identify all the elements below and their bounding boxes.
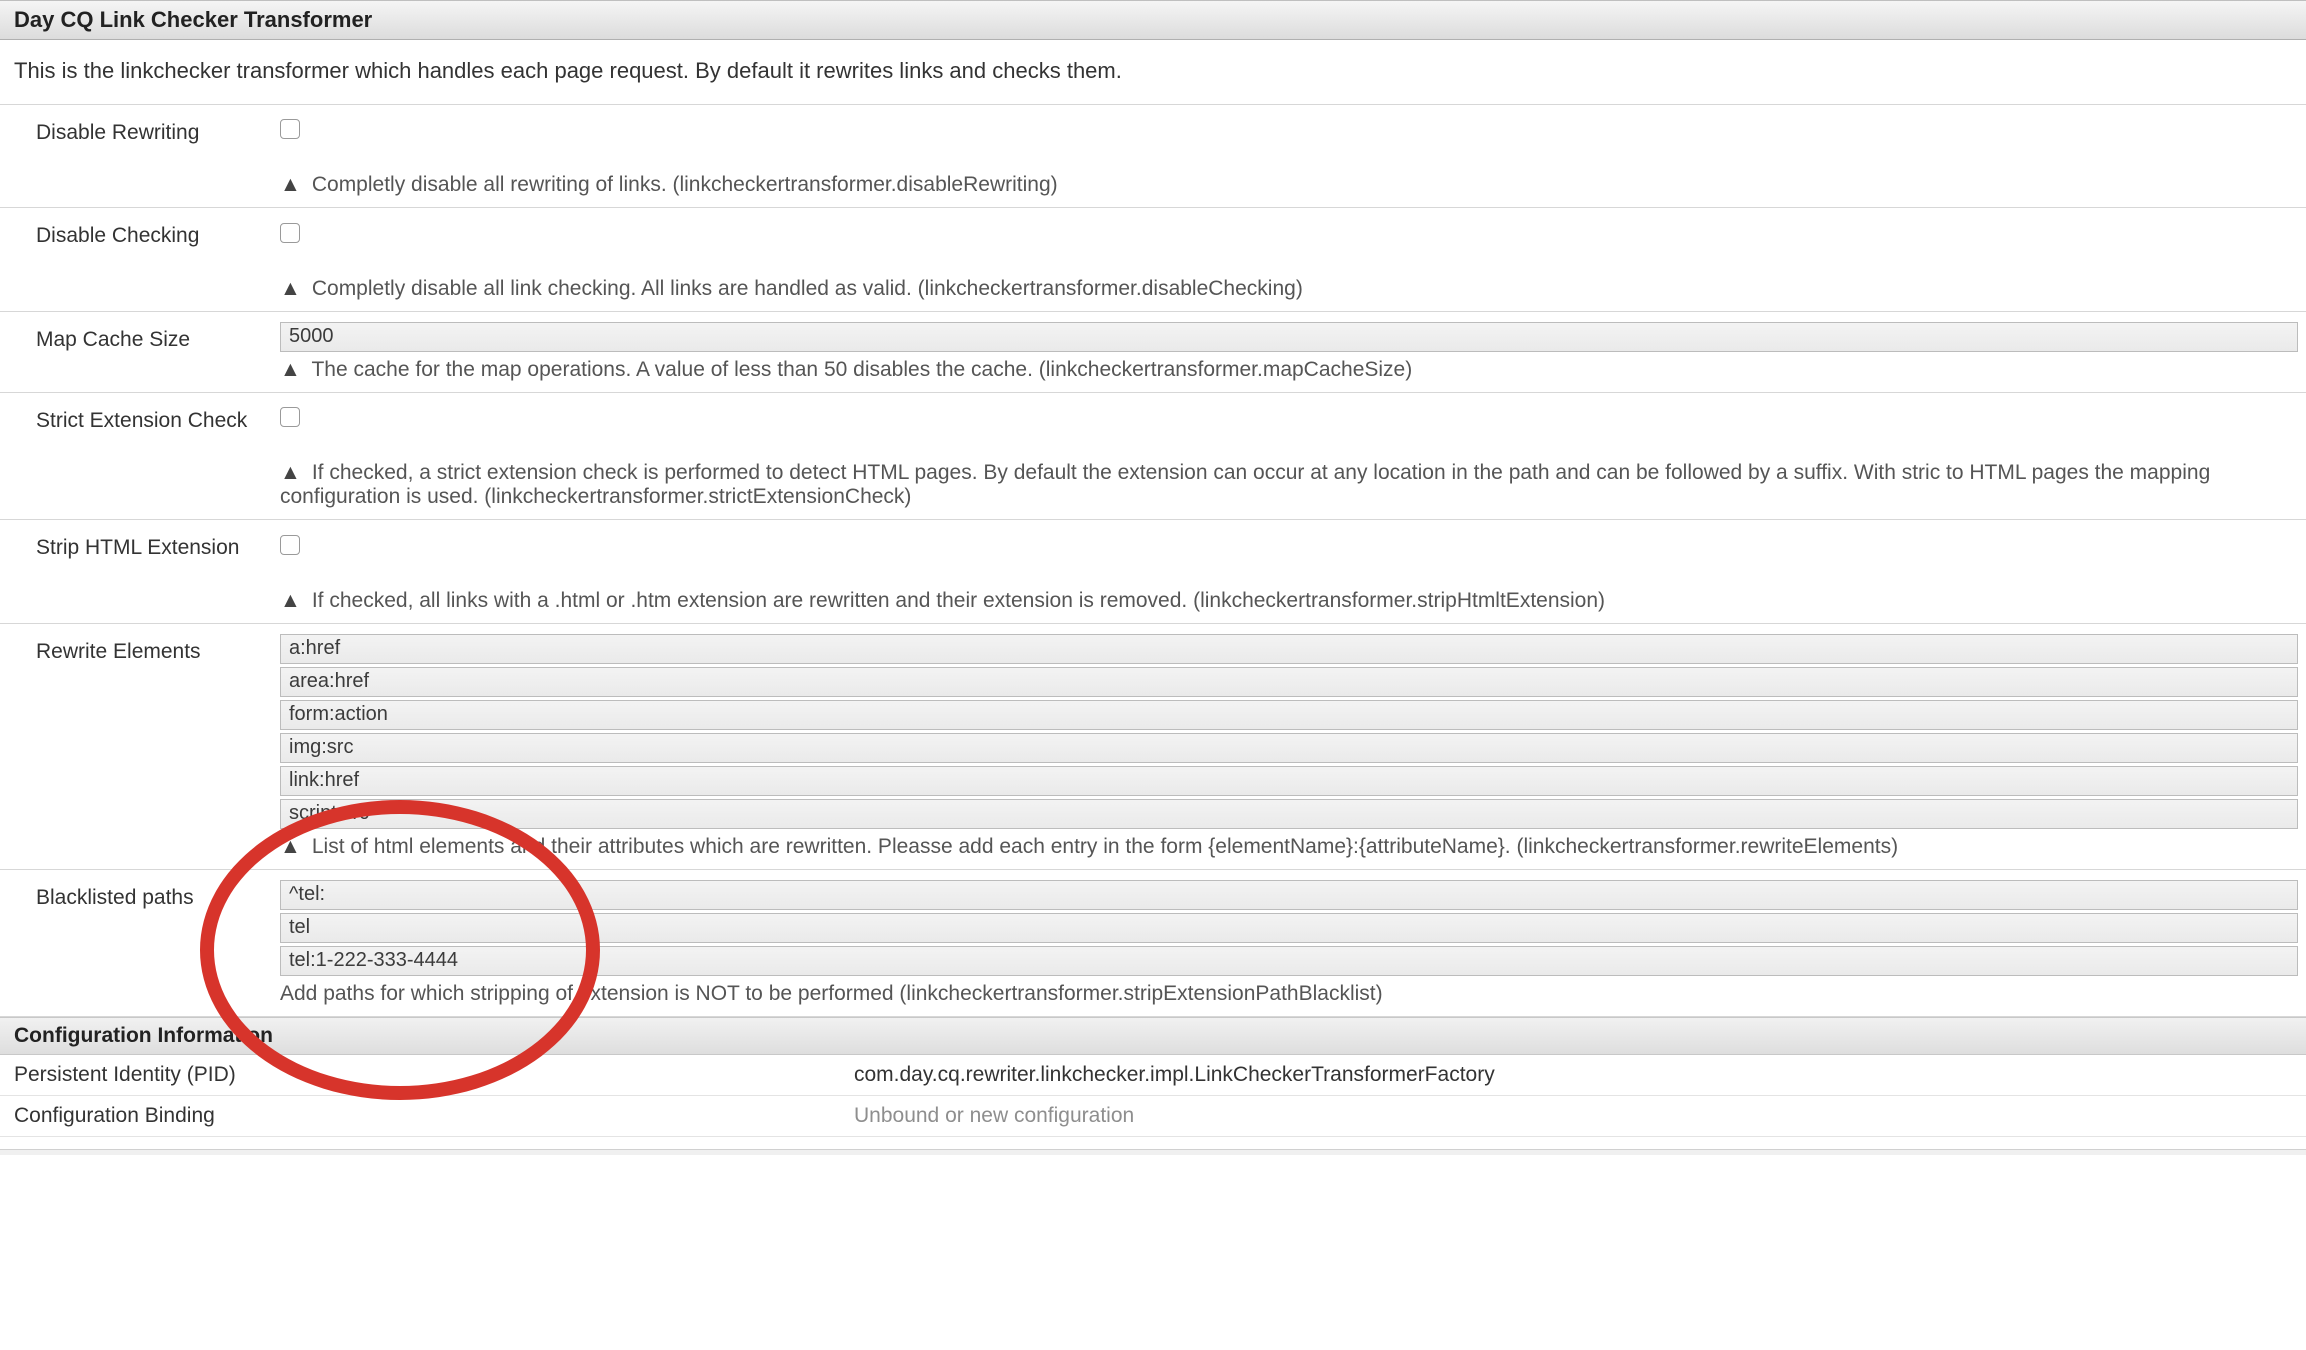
label-pid: Persistent Identity (PID) [14,1063,854,1087]
value-binding: Unbound or new configuration [854,1104,2292,1128]
warning-icon: ▲ [280,461,300,485]
checkbox-strict-extension-check[interactable] [280,407,300,427]
row-blacklisted-paths: Blacklisted paths Add paths for which st… [0,870,2306,1017]
row-map-cache-size: Map Cache Size ▲ The cache for the map o… [0,312,2306,393]
label-strip-html-extension: Strip HTML Extension [0,526,280,566]
warning-icon: ▲ [280,589,300,613]
label-blacklisted-paths: Blacklisted paths [0,876,280,916]
hint-disable-checking: Completly disable all link checking. All… [312,277,1303,300]
label-rewrite-elements: Rewrite Elements [0,630,280,670]
checkbox-disable-checking[interactable] [280,223,300,243]
input-rewrite-elements-1[interactable] [280,667,2298,697]
value-pid: com.day.cq.rewriter.linkchecker.impl.Lin… [854,1063,2292,1087]
hint-disable-rewriting: Completly disable all rewriting of links… [312,173,1058,196]
input-rewrite-elements-3[interactable] [280,733,2298,763]
row-binding: Configuration Binding Unbound or new con… [0,1096,2306,1137]
warning-icon: ▲ [280,358,300,382]
row-disable-rewriting: Disable Rewriting ▲ Completly disable al… [0,105,2306,208]
input-blacklisted-paths-2[interactable] [280,946,2298,976]
label-strict-extension-check: Strict Extension Check [0,399,280,439]
label-binding: Configuration Binding [14,1104,854,1128]
row-rewrite-elements: Rewrite Elements ▲ List of html elements… [0,624,2306,870]
hint-rewrite-elements: List of html elements and their attribut… [312,835,1898,858]
input-rewrite-elements-2[interactable] [280,700,2298,730]
footer-divider [0,1149,2306,1155]
input-rewrite-elements-5[interactable] [280,799,2298,829]
row-disable-checking: Disable Checking ▲ Completly disable all… [0,208,2306,311]
row-strip-html-extension: Strip HTML Extension ▲ If checked, all l… [0,520,2306,623]
warning-icon: ▲ [280,835,300,859]
label-disable-checking: Disable Checking [0,214,280,254]
panel-title: Day CQ Link Checker Transformer [0,0,2306,40]
warning-icon: ▲ [280,173,300,197]
input-rewrite-elements-0[interactable] [280,634,2298,664]
input-blacklisted-paths-0[interactable] [280,880,2298,910]
row-pid: Persistent Identity (PID) com.day.cq.rew… [0,1055,2306,1096]
checkbox-disable-rewriting[interactable] [280,119,300,139]
warning-icon: ▲ [280,277,300,301]
section-config-info: Configuration Information [0,1017,2306,1055]
input-blacklisted-paths-1[interactable] [280,913,2298,943]
input-map-cache-size[interactable] [280,322,2298,352]
input-rewrite-elements-4[interactable] [280,766,2298,796]
hint-strict-extension-check: If checked, a strict extension check is … [280,461,2210,508]
hint-blacklisted-paths: Add paths for which stripping of extensi… [280,982,1383,1005]
checkbox-strip-html-extension[interactable] [280,535,300,555]
hint-strip-html-extension: If checked, all links with a .html or .h… [312,589,1605,612]
panel-description: This is the linkchecker transformer whic… [0,40,2306,104]
hint-map-cache-size: The cache for the map operations. A valu… [311,358,1412,381]
label-disable-rewriting: Disable Rewriting [0,111,280,151]
row-strict-extension-check: Strict Extension Check ▲ If checked, a s… [0,393,2306,520]
label-map-cache-size: Map Cache Size [0,318,280,358]
